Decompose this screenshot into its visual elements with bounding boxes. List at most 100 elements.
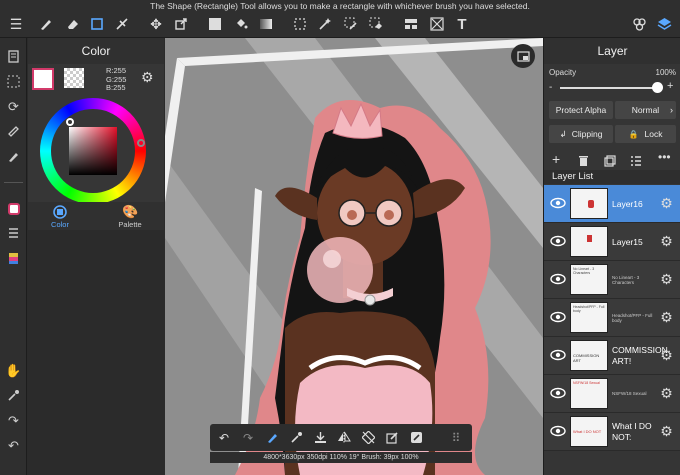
- sv-picker-handle[interactable]: [66, 118, 74, 126]
- color-panel: Color R:255 G:255 B:255 ⚙ Color 🎨 Palett…: [28, 38, 164, 230]
- selection-menu-icon[interactable]: [3, 71, 24, 92]
- gradient-icon[interactable]: [256, 14, 276, 34]
- eyedropper-icon[interactable]: [3, 385, 24, 406]
- opacity-slider-track[interactable]: [560, 87, 660, 89]
- opacity-value: 100%: [655, 68, 676, 77]
- top-toolbar: The Shape (Rectangle) Tool allows you to…: [0, 0, 680, 38]
- layer-gear-icon[interactable]: ⚙: [659, 271, 674, 287]
- blend-mode-select[interactable]: Normal ›: [615, 101, 676, 119]
- rgb-readout: R:255 G:255 B:255: [106, 66, 126, 93]
- layer-row[interactable]: Headshot/PFP - Full body Headshot/PFP - …: [544, 299, 680, 337]
- layer-row[interactable]: Layer15 ⚙: [544, 223, 680, 261]
- layers-icon[interactable]: [654, 14, 674, 34]
- layer-gear-icon[interactable]: ⚙: [659, 309, 674, 325]
- blend-mode-value: Normal: [631, 105, 660, 115]
- select-pen-icon[interactable]: [341, 14, 361, 34]
- brush-icon[interactable]: [36, 14, 56, 34]
- snap-off-icon[interactable]: [358, 428, 378, 447]
- layer-name: COMMISSION ART!: [612, 345, 668, 366]
- sub-color-swatch[interactable]: [64, 68, 84, 88]
- hue-picker-handle[interactable]: [137, 139, 145, 147]
- eye-icon[interactable]: [550, 311, 566, 323]
- save-download-icon[interactable]: [310, 428, 330, 447]
- layer-row[interactable]: Layer16 ⚙: [544, 185, 680, 223]
- layer-gear-icon[interactable]: ⚙: [659, 233, 674, 249]
- layer-row[interactable]: COMMISSION ART COMMISSION ART! ⚙: [544, 337, 680, 375]
- eye-icon[interactable]: [550, 273, 566, 285]
- pen-settings-icon[interactable]: [3, 146, 24, 167]
- magic-wand-icon[interactable]: [315, 14, 335, 34]
- opacity-plus-button[interactable]: +: [667, 80, 673, 92]
- artwork: [165, 38, 543, 475]
- undo-icon[interactable]: ↶: [214, 428, 234, 447]
- color-panel-title: Color: [28, 38, 164, 64]
- brush-settings-icon[interactable]: [406, 428, 426, 447]
- protect-alpha-button[interactable]: Protect Alpha: [549, 101, 613, 119]
- layer-row[interactable]: NSFW/18 Sexual NSFW/18 Sexual ⚙: [544, 375, 680, 413]
- more-options-icon[interactable]: •••: [658, 150, 671, 164]
- layer-gear-icon[interactable]: ⚙: [659, 347, 674, 363]
- lock-button[interactable]: 🔒 Lock: [615, 125, 676, 143]
- b-value: B:255: [106, 83, 126, 92]
- color-tab-icon[interactable]: [52, 205, 68, 219]
- eye-icon[interactable]: [550, 349, 566, 361]
- layer-panel-icon[interactable]: [3, 223, 24, 244]
- opacity-slider-thumb[interactable]: [652, 82, 663, 93]
- navigator-toggle-icon[interactable]: [511, 44, 535, 68]
- stabilizer-pen-icon[interactable]: [262, 428, 282, 447]
- transform-icon[interactable]: [171, 14, 191, 34]
- text-icon[interactable]: T: [452, 14, 472, 34]
- undo-icon[interactable]: ↶: [3, 435, 24, 456]
- layer-row[interactable]: No Lineart - 3 Characters No Lineart - 3…: [544, 261, 680, 299]
- add-layer-icon[interactable]: +: [552, 151, 560, 167]
- page-icon[interactable]: [3, 46, 24, 67]
- clipping-label: Clipping: [571, 129, 603, 139]
- menu-icon[interactable]: ☰: [6, 14, 26, 34]
- eye-icon[interactable]: [550, 197, 566, 209]
- clear-layer-icon[interactable]: [382, 428, 402, 447]
- material-icon[interactable]: [629, 14, 649, 34]
- lock-icon: 🔒: [628, 129, 639, 139]
- ruler-icon[interactable]: [3, 121, 24, 142]
- bucket-icon[interactable]: [231, 14, 251, 34]
- main-color-swatch[interactable]: [32, 68, 54, 90]
- divider: [4, 182, 23, 183]
- palette-tab-icon[interactable]: 🎨: [122, 205, 138, 219]
- saturation-value-square[interactable]: [69, 127, 117, 175]
- layer-row[interactable]: What I DO NOT What I DO NOT: ⚙: [544, 413, 680, 451]
- layer-gear-icon[interactable]: ⚙: [659, 423, 674, 439]
- grip-dots-icon[interactable]: ⠿: [446, 428, 466, 447]
- frame-divider-icon[interactable]: [427, 14, 447, 34]
- clipping-button[interactable]: ↲ Clipping: [549, 125, 613, 143]
- select-eraser-icon[interactable]: [366, 14, 386, 34]
- color-tab-label[interactable]: Color: [36, 220, 84, 229]
- redo-icon[interactable]: ↷: [238, 428, 258, 447]
- layer-name: NSFW/18 Sexual: [612, 391, 647, 397]
- move-icon[interactable]: ✥: [146, 14, 166, 34]
- color-settings-gear-icon[interactable]: ⚙: [141, 70, 155, 84]
- redo-icon[interactable]: ↷: [3, 410, 24, 431]
- opacity-minus-button[interactable]: -: [549, 82, 552, 93]
- eye-icon[interactable]: [550, 387, 566, 399]
- clipping-icon: ↲: [559, 128, 567, 139]
- smudge-icon[interactable]: [112, 14, 132, 34]
- rotate-icon[interactable]: ⟳: [3, 96, 24, 117]
- layer-gear-icon[interactable]: ⚙: [659, 195, 674, 211]
- shape-rect-icon[interactable]: [87, 14, 107, 34]
- select-rect-icon[interactable]: [290, 14, 310, 34]
- layer-thumbnail: No Lineart - 3 Characters: [570, 264, 608, 295]
- color-panel-icon[interactable]: [3, 198, 24, 219]
- panel-icon[interactable]: [401, 14, 421, 34]
- eye-icon[interactable]: [550, 235, 566, 247]
- hand-icon[interactable]: ✋: [3, 360, 24, 381]
- eye-icon[interactable]: [550, 425, 566, 437]
- palette-swatch-icon[interactable]: [3, 248, 24, 269]
- layer-gear-icon[interactable]: ⚙: [659, 385, 674, 401]
- palette-tab-label[interactable]: Palette: [106, 220, 154, 229]
- drawing-canvas[interactable]: [165, 38, 543, 475]
- layer-name: What I DO NOT:: [612, 421, 652, 442]
- eraser-icon[interactable]: [62, 14, 82, 34]
- eyedropper-icon[interactable]: [286, 428, 306, 447]
- fill-color-icon[interactable]: [205, 14, 225, 34]
- flip-horizontal-icon[interactable]: [334, 428, 354, 447]
